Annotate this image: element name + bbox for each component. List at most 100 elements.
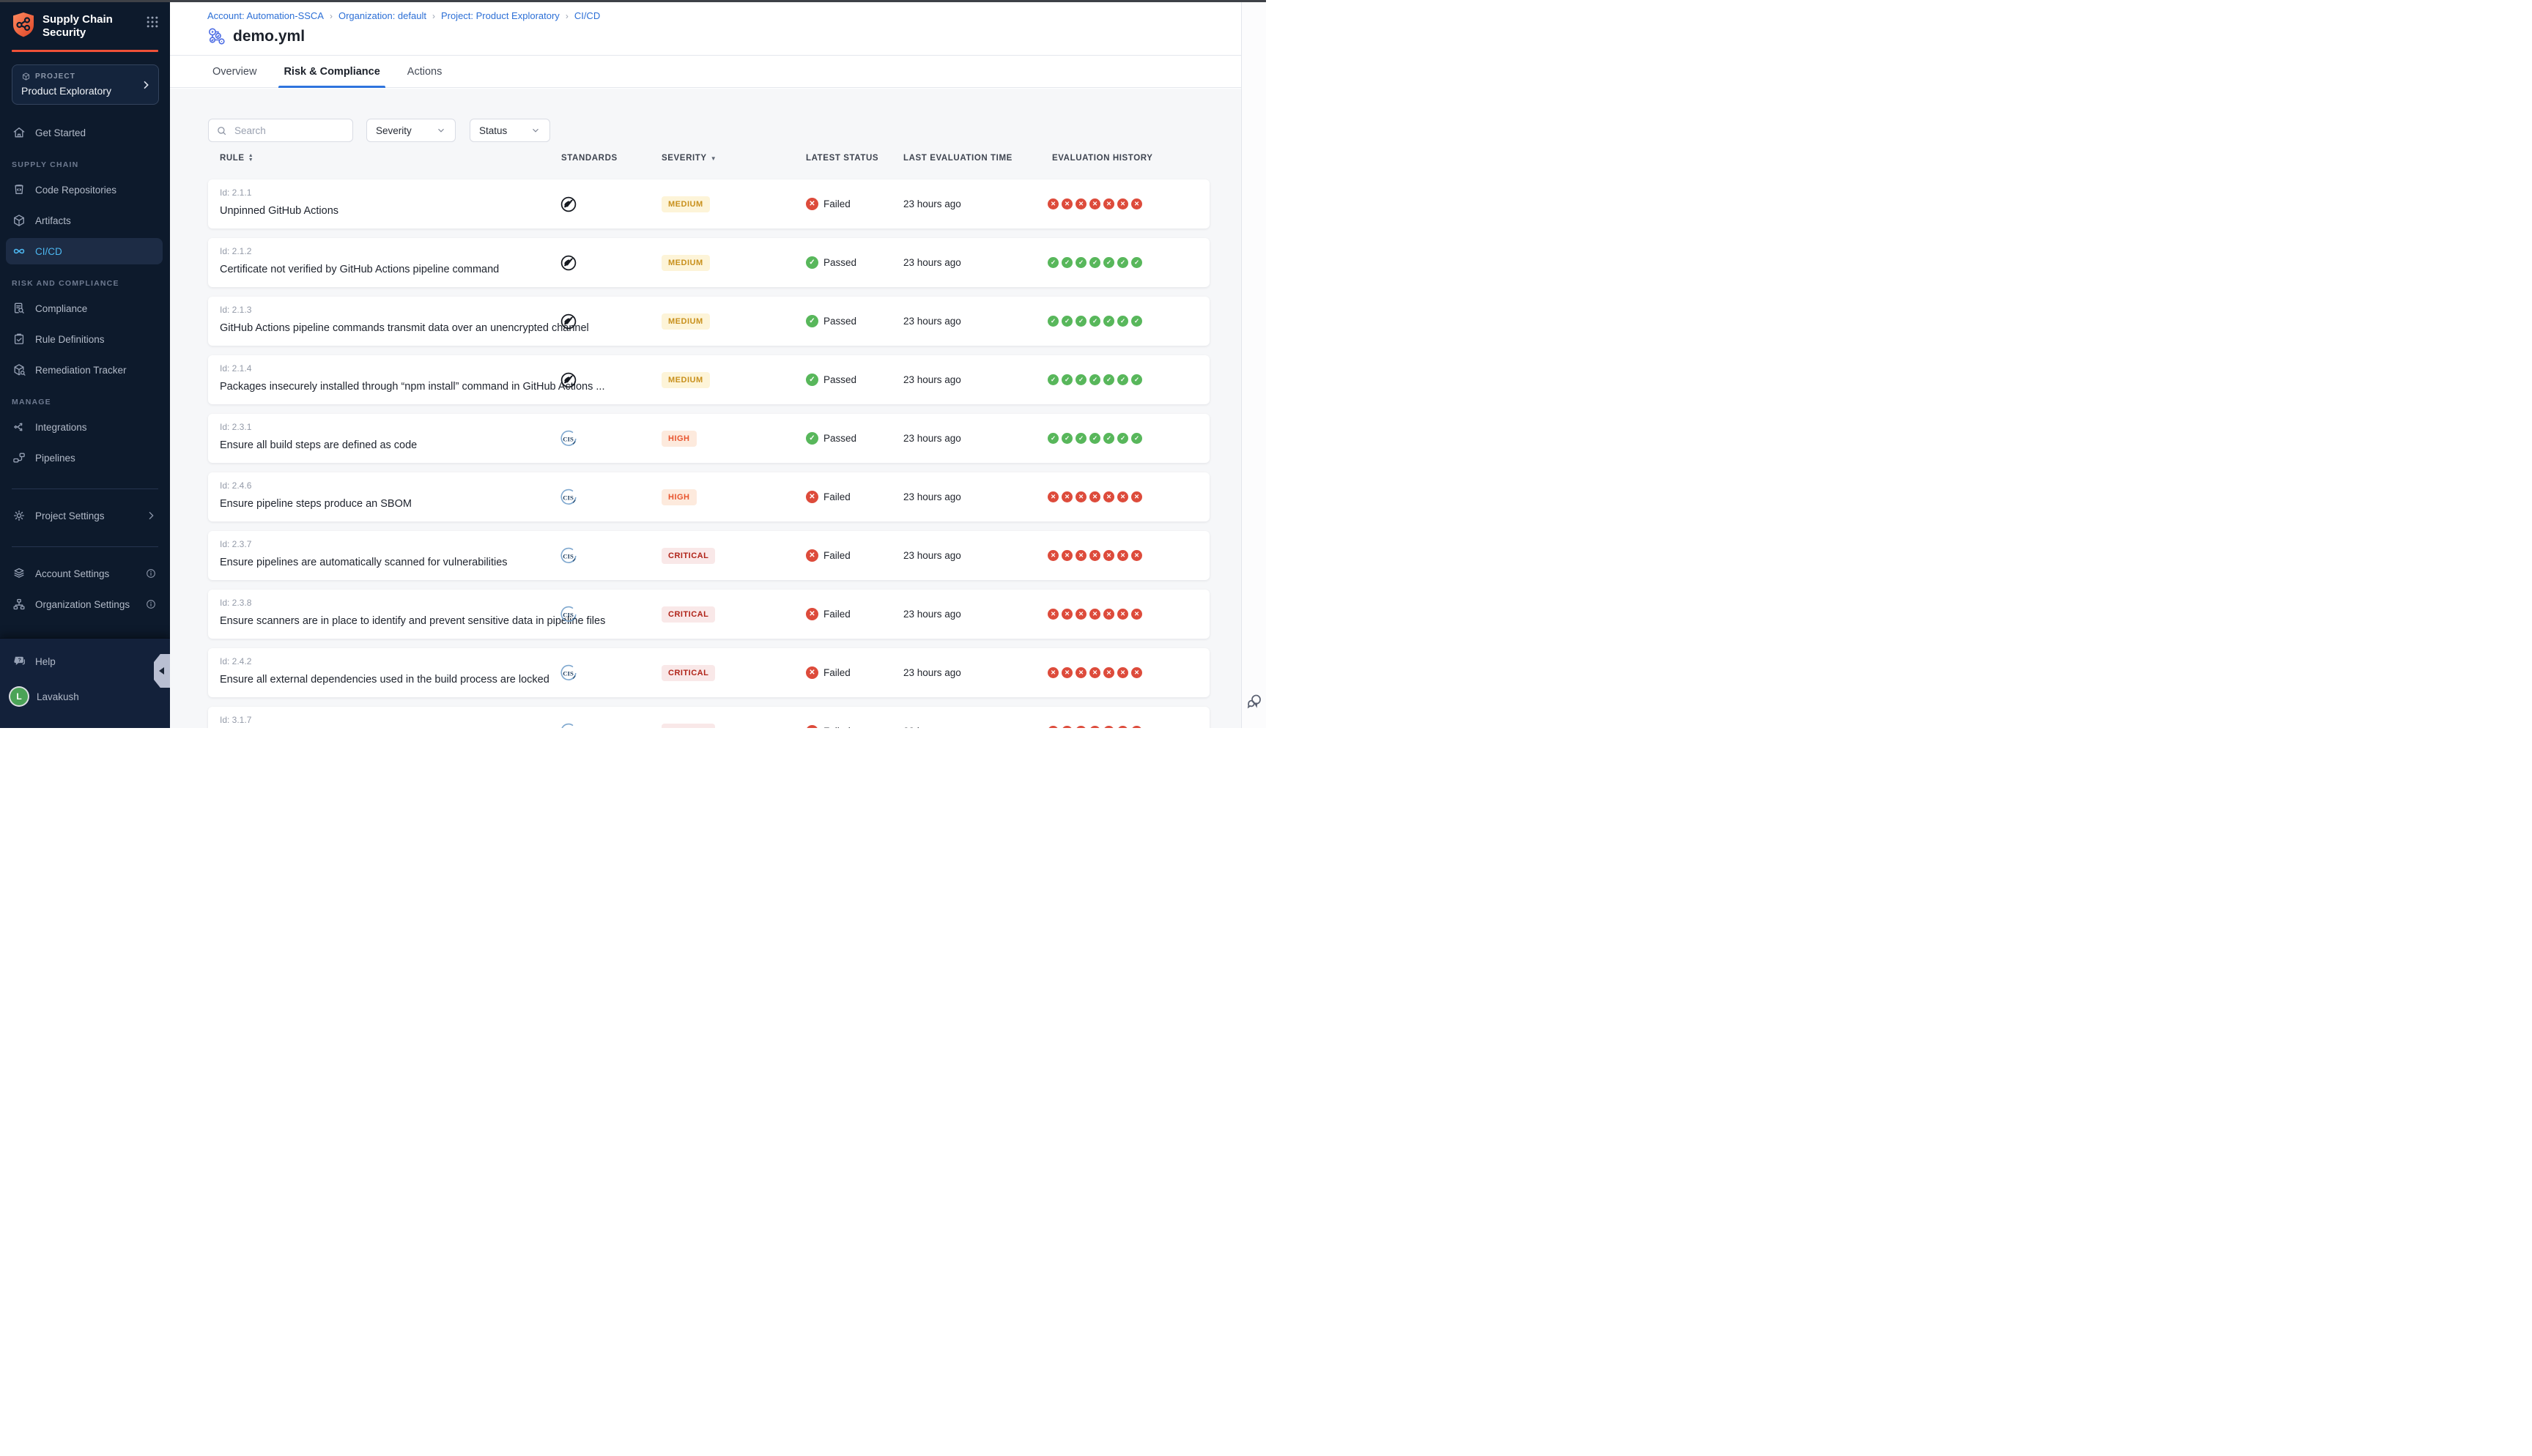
severity-cell: CRITICAL (662, 707, 715, 728)
table-row[interactable]: Id: 2.1.1 Unpinned GitHub Actions MEDIUM… (208, 179, 1210, 229)
sidebar-item-label: Get Started (35, 127, 86, 138)
sidebar-item-account-settings[interactable]: Account Settings (6, 560, 163, 587)
history-fail-icon: ✕ (1117, 667, 1128, 678)
history-fail-icon: ✕ (1062, 550, 1073, 561)
sidebar-item-project-settings[interactable]: Project Settings (6, 502, 163, 529)
history-fail-icon: ✕ (1076, 609, 1087, 620)
help-chat-icon: ? (12, 654, 26, 669)
breadcrumb-link[interactable]: CI/CD (574, 10, 600, 21)
sidebar-item-rule-definitions[interactable]: Rule Definitions (6, 326, 163, 352)
history-pass-icon: ✓ (1103, 257, 1114, 268)
history-fail-icon: ✕ (1103, 609, 1114, 620)
history-fail-icon: ✕ (1089, 667, 1100, 678)
history-pass-icon: ✓ (1089, 316, 1100, 327)
sidebar-item-label: Integrations (35, 422, 87, 433)
rule-cell: Id: 2.1.2 Certificate not verified by Gi… (220, 246, 499, 275)
table-row[interactable]: Id: 2.3.7 Ensure pipelines are automatic… (208, 531, 1210, 580)
chat-bubbles-icon[interactable] (1245, 693, 1263, 710)
rule-cell: Id: 2.3.7 Ensure pipelines are automatic… (220, 539, 508, 568)
table-row[interactable]: Id: 2.1.4 Packages insecurely installed … (208, 355, 1210, 404)
history-pass-icon: ✓ (1048, 433, 1059, 444)
status-label: Passed (823, 374, 856, 385)
search-box (208, 119, 353, 142)
history-fail-icon: ✕ (1048, 550, 1059, 561)
table-row[interactable]: Id: 2.3.1 Ensure all build steps are def… (208, 414, 1210, 463)
severity-cell: CRITICAL (662, 648, 715, 697)
status-label: Passed (823, 257, 856, 268)
history-pass-icon: ✓ (1103, 374, 1114, 385)
table-row[interactable]: Id: 2.4.6 Ensure pipeline steps produce … (208, 472, 1210, 521)
history-pass-icon: ✓ (1089, 257, 1100, 268)
history-fail-icon: ✕ (1131, 198, 1142, 209)
status-filter-dropdown[interactable]: Status (470, 119, 550, 142)
history-pass-icon: ✓ (1048, 257, 1059, 268)
last-evaluation-time-cell: 23 hours ago (903, 590, 961, 639)
standard-cell: CIS (551, 472, 586, 521)
sidebar-item-help[interactable]: ? Help (6, 649, 163, 674)
rule-name: Packages insecurely installed through “n… (220, 381, 604, 393)
search-input[interactable] (233, 125, 345, 137)
sidebar-item-remediation-tracker[interactable]: Remediation Tracker (6, 357, 163, 383)
latest-status-cell: ✓ Passed (806, 414, 856, 463)
severity-filter-label: Severity (376, 125, 412, 136)
table-row[interactable]: Id: 2.4.2 Ensure all external dependenci… (208, 648, 1210, 697)
severity-filter-dropdown[interactable]: Severity (366, 119, 456, 142)
sidebar-item-integrations[interactable]: Integrations (6, 414, 163, 440)
history-pass-icon: ✓ (1131, 433, 1142, 444)
column-header-severity[interactable]: SEVERITY ▼ (662, 154, 717, 163)
history-fail-icon: ✕ (1117, 550, 1128, 561)
sidebar-item-artifacts[interactable]: Artifacts (6, 207, 163, 234)
history-fail-icon: ✕ (1117, 609, 1128, 620)
evaluation-history-cell: ✕✕✕✕✕✕✕ (1048, 590, 1142, 639)
severity-badge: MEDIUM (662, 255, 710, 271)
sidebar-item-code-repositories[interactable]: Code Repositories (6, 177, 163, 203)
table-row[interactable]: Id: 2.1.2 Certificate not verified by Gi… (208, 238, 1210, 287)
breadcrumb: Account: Automation-SSCA›Organization: d… (207, 10, 1266, 22)
info-icon[interactable] (145, 568, 157, 579)
table-row[interactable]: Id: 2.3.8 Ensure scanners are in place t… (208, 590, 1210, 639)
breadcrumb-link[interactable]: Project: Product Exploratory (441, 10, 560, 21)
status-label: Failed (823, 198, 851, 209)
sidebar-item-get-started[interactable]: Get Started (6, 119, 163, 146)
chevron-down-icon (530, 125, 541, 135)
breadcrumb-link[interactable]: Organization: default (338, 10, 426, 21)
table-row[interactable]: Id: 2.1.3 GitHub Actions pipeline comman… (208, 297, 1210, 346)
column-header-latest-status: LATEST STATUS (806, 154, 878, 163)
user-name: Lavakush (37, 691, 79, 702)
project-selector[interactable]: PROJECT Product Exploratory (12, 64, 159, 105)
sidebar-item-organization-settings[interactable]: Organization Settings (6, 591, 163, 617)
tab-risk-compliance[interactable]: Risk & Compliance (278, 56, 385, 87)
sidebar-item-pipelines[interactable]: Pipelines (6, 445, 163, 471)
rule-cell: Id: 2.4.2 Ensure all external dependenci… (220, 656, 549, 686)
sidebar-item-label: Rule Definitions (35, 334, 105, 345)
table-row[interactable]: Id: 3.1.7 CIS CRITICAL ✕ Failed 23 hours… (208, 707, 1210, 728)
sort-descending-icon: ▼ (711, 155, 717, 162)
sidebar-section-heading: MANAGE (12, 398, 158, 406)
info-icon[interactable] (145, 598, 157, 610)
breadcrumb-link[interactable]: Account: Automation-SSCA (207, 10, 324, 21)
sidebar-footer: ? Help L Lavakush (0, 638, 170, 728)
history-pass-icon: ✓ (1062, 257, 1073, 268)
avatar: L (10, 688, 28, 705)
sidebar-item-label: Compliance (35, 303, 87, 314)
history-fail-icon: ✕ (1062, 667, 1073, 678)
user-menu[interactable]: L Lavakush (6, 684, 163, 709)
sidebar-item-ci-cd[interactable]: CI/CD (6, 238, 163, 264)
history-pass-icon: ✓ (1062, 374, 1073, 385)
rule-cell: Id: 2.3.8 Ensure scanners are in place t… (220, 598, 605, 627)
rule-id: Id: 2.3.1 (220, 422, 417, 432)
supply-chain-security-logo-icon (12, 12, 35, 38)
tab-overview[interactable]: Overview (207, 56, 262, 87)
sidebar-collapse-handle[interactable] (154, 654, 170, 688)
tab-actions[interactable]: Actions (402, 56, 448, 87)
app-switcher-grid-icon[interactable] (145, 15, 160, 29)
sidebar-item-compliance[interactable]: Compliance (6, 295, 163, 322)
evaluation-history-cell: ✕✕✕✕✕✕✕ (1048, 648, 1142, 697)
history-fail-icon: ✕ (1076, 726, 1087, 728)
status-failed-icon: ✕ (806, 198, 818, 210)
gear-icon (12, 508, 26, 523)
history-pass-icon: ✓ (1103, 316, 1114, 327)
column-header-rule[interactable]: RULE ▲▼ (220, 154, 253, 163)
sidebar-item-label: Project Settings (35, 510, 105, 521)
severity-badge: CRITICAL (662, 665, 715, 681)
